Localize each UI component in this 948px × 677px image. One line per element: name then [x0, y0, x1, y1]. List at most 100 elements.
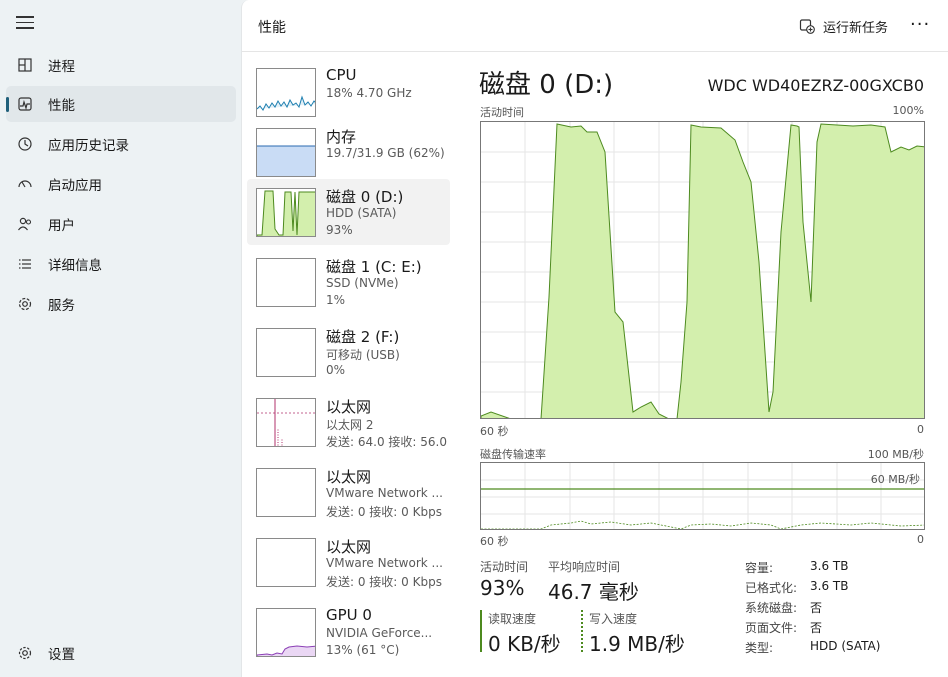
- read-speed-label: 读取速度: [488, 612, 537, 626]
- write-speed-marker: [581, 610, 583, 652]
- settings-gear-icon: [16, 644, 34, 662]
- startup-apps-icon: [16, 175, 34, 193]
- device-detail: 以太网 2: [326, 418, 374, 432]
- nav-item-processes[interactable]: 进程: [6, 47, 236, 83]
- active-time-value: 93%: [480, 576, 525, 600]
- more-options-button[interactable]: ···: [910, 14, 930, 35]
- device-name: 以太网: [326, 538, 372, 556]
- transfer-chart-label: 磁盘传输速率: [480, 448, 546, 461]
- nav-item-performance[interactable]: 性能: [6, 86, 236, 122]
- prop-page-file-key: 页面文件:: [745, 621, 798, 635]
- active-time-x-left: 60 秒: [480, 425, 509, 438]
- device-name: 磁盘 0 (D:): [326, 188, 404, 206]
- active-time-label: 活动时间: [480, 560, 529, 574]
- prop-formatted-value: 3.6 TB: [810, 579, 849, 593]
- ethernet-3-thumbnail-graph: [256, 538, 316, 587]
- processes-icon: [16, 56, 34, 74]
- device-item-memory[interactable]: 内存 19.7/31.9 GB (62%): [247, 119, 450, 185]
- disk-2-thumbnail-graph: [256, 328, 316, 377]
- details-icon: [16, 255, 34, 273]
- gpu-0-thumbnail-graph: [256, 608, 316, 657]
- device-usage: 发送: 64.0 接收: 56.0 K: [326, 435, 450, 449]
- nav-item-startup-apps[interactable]: 启动应用: [6, 166, 236, 202]
- device-item-cpu[interactable]: CPU 18% 4.70 GHz: [247, 59, 450, 125]
- device-item-gpu-0[interactable]: GPU 0 NVIDIA GeForce... 13% (61 °C): [247, 599, 450, 665]
- response-time-label: 平均响应时间: [548, 560, 621, 574]
- nav-label: 设置: [48, 647, 75, 663]
- prop-page-file-value: 否: [810, 621, 823, 635]
- nav-label: 服务: [48, 298, 75, 314]
- device-detail: 18% 4.70 GHz: [326, 86, 412, 100]
- device-item-disk-0[interactable]: 磁盘 0 (D:) HDD (SATA) 93%: [247, 179, 450, 245]
- response-time-value: 46.7 毫秒: [548, 580, 639, 604]
- active-time-chart-max: 100%: [892, 104, 924, 117]
- run-new-task-button[interactable]: 运行新任务: [799, 15, 888, 37]
- run-new-task-label: 运行新任务: [823, 20, 889, 36]
- device-detail: VMware Network ...: [326, 486, 443, 500]
- device-name: CPU: [326, 66, 357, 84]
- run-task-icon: [799, 18, 815, 34]
- read-speed-value: 0 KB/秒: [488, 632, 561, 656]
- nav-label: 详细信息: [48, 258, 102, 274]
- nav-label: 启动应用: [48, 178, 102, 194]
- device-usage: 93%: [326, 223, 353, 237]
- users-icon: [16, 215, 34, 233]
- navigation-pane: 进程 性能 应用历史记录 启动应用 用户 详细信息 服务 设置: [0, 0, 241, 677]
- header-bar: 性能 运行新任务 ···: [242, 0, 948, 52]
- device-item-ethernet-2[interactable]: 以太网 VMware Network ... 发送: 0 接收: 0 Kbps: [247, 459, 450, 525]
- device-detail: VMware Network ...: [326, 556, 443, 570]
- transfer-line-label: 60 MB/秒: [870, 473, 920, 486]
- active-time-chart: [480, 121, 925, 419]
- device-detail: 19.7/31.9 GB (62%): [326, 146, 445, 160]
- device-detail: NVIDIA GeForce...: [326, 626, 433, 640]
- device-name: 内存: [326, 128, 357, 146]
- device-item-disk-2[interactable]: 磁盘 2 (F:) 可移动 (USB) 0%: [247, 319, 450, 385]
- device-item-disk-1[interactable]: 磁盘 1 (C: E:) SSD (NVMe) 1%: [247, 249, 450, 315]
- nav-item-services[interactable]: 服务: [6, 286, 236, 322]
- page-title: 性能: [258, 20, 286, 36]
- active-time-chart-label: 活动时间: [480, 106, 524, 119]
- disk-1-thumbnail-graph: [256, 258, 316, 307]
- disk-model: WDC WD40EZRZ-00GXCB0: [707, 76, 924, 95]
- hamburger-menu-icon[interactable]: [16, 16, 34, 30]
- ethernet-2-thumbnail-graph: [256, 468, 316, 517]
- nav-item-settings[interactable]: 设置: [6, 635, 236, 671]
- prop-capacity-key: 容量:: [745, 561, 774, 575]
- memory-thumbnail-graph: [256, 128, 316, 177]
- performance-icon: [16, 95, 34, 113]
- device-usage: 发送: 0 接收: 0 Kbps: [326, 575, 442, 589]
- disk-title: 磁盘 0 (D:): [479, 70, 614, 100]
- nav-item-details[interactable]: 详细信息: [6, 246, 236, 282]
- device-usage: 13% (61 °C): [326, 643, 400, 657]
- device-usage: 0%: [326, 363, 346, 377]
- device-item-ethernet-3[interactable]: 以太网 VMware Network ... 发送: 0 接收: 0 Kbps: [247, 529, 450, 595]
- app-history-icon: [16, 135, 34, 153]
- transfer-chart-max: 100 MB/秒: [867, 448, 924, 461]
- prop-formatted-key: 已格式化:: [745, 581, 798, 595]
- device-detail: HDD (SATA): [326, 206, 397, 220]
- active-time-x-right: 0: [917, 423, 924, 436]
- nav-item-app-history[interactable]: 应用历史记录: [6, 126, 236, 162]
- services-icon: [16, 295, 34, 313]
- ethernet-1-thumbnail-graph: [256, 398, 316, 447]
- prop-capacity-value: 3.6 TB: [810, 559, 849, 573]
- device-name: GPU 0: [326, 606, 372, 624]
- disk-0-thumbnail-graph: [256, 188, 316, 237]
- nav-item-users[interactable]: 用户: [6, 206, 236, 242]
- read-speed-marker: [480, 610, 482, 652]
- cpu-thumbnail-graph: [256, 68, 316, 117]
- transfer-x-left: 60 秒: [480, 535, 509, 548]
- device-name: 磁盘 2 (F:): [326, 328, 400, 346]
- device-name: 以太网: [326, 468, 372, 486]
- write-speed-label: 写入速度: [589, 612, 638, 626]
- device-item-ethernet-1[interactable]: 以太网 以太网 2 发送: 64.0 接收: 56.0 K: [247, 389, 450, 455]
- write-speed-value: 1.9 MB/秒: [589, 632, 685, 656]
- transfer-x-right: 0: [917, 533, 924, 546]
- device-detail: 可移动 (USB): [326, 348, 400, 362]
- nav-label: 应用历史记录: [48, 138, 129, 154]
- prop-type-value: HDD (SATA): [810, 639, 881, 653]
- device-usage: 发送: 0 接收: 0 Kbps: [326, 505, 442, 519]
- nav-label: 进程: [48, 59, 75, 75]
- device-name: 磁盘 1 (C: E:): [326, 258, 422, 276]
- nav-label: 性能: [48, 98, 75, 114]
